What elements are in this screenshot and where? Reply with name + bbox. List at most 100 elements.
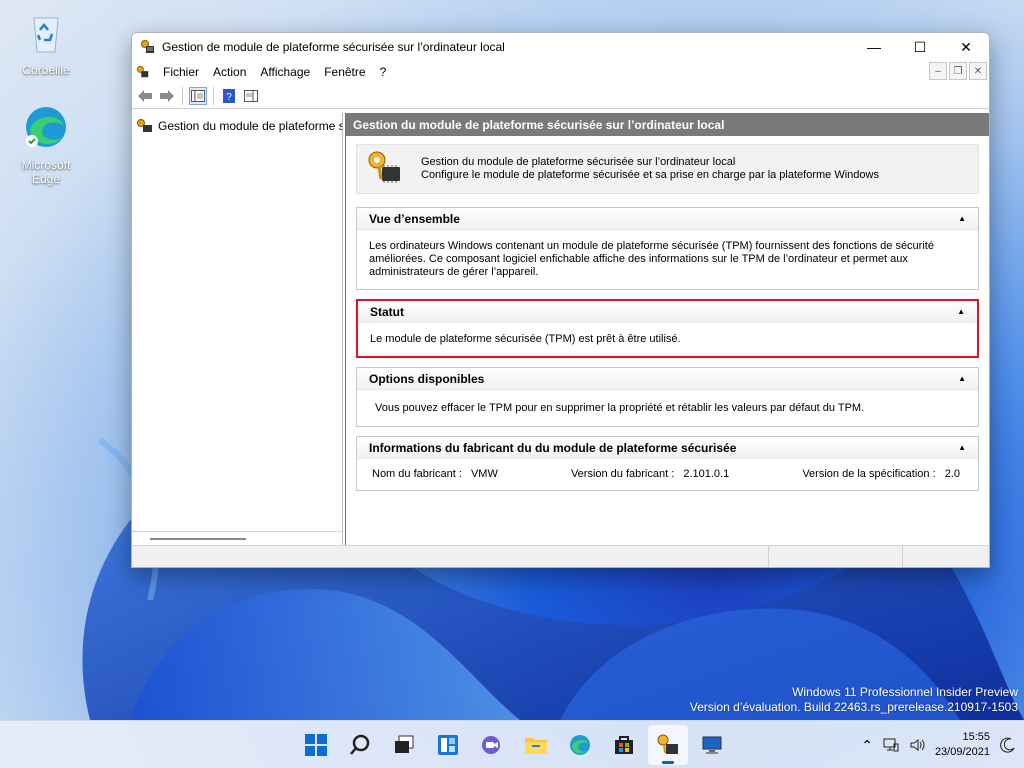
- edge-browser-icon: [26, 107, 66, 147]
- menu-help[interactable]: ?: [373, 63, 394, 81]
- clock-date: 23/09/2021: [934, 746, 990, 758]
- toolbar-separator: [213, 86, 214, 105]
- moon-icon[interactable]: [1000, 737, 1016, 753]
- folder-icon: [525, 738, 547, 754]
- tpm-key-icon: [137, 119, 152, 132]
- file-explorer-button[interactable]: [516, 725, 556, 765]
- main-panes: Gestion du module de plateforme sécurisé…: [132, 113, 989, 545]
- store-bag-icon: [615, 736, 633, 754]
- intro-line-2: Configure le module de plateforme sécuri…: [421, 169, 879, 181]
- windows-logo-icon: [305, 734, 327, 756]
- forward-button[interactable]: [158, 87, 176, 105]
- maximize-button[interactable]: ☐: [897, 33, 943, 61]
- build-watermark: Windows 11 Professionnel Insider Preview…: [690, 685, 1018, 715]
- tree-item-label: Gestion du module de plateforme sécurisé…: [158, 119, 342, 133]
- overview-section: Vue d’ensemble ▲ Les ordinateurs Windows…: [356, 207, 979, 290]
- forward-arrow-icon: [160, 89, 174, 102]
- manufacturer-name-label: Nom du fabricant :: [372, 468, 462, 480]
- search-button[interactable]: [340, 725, 380, 765]
- child-restore-button[interactable]: ❐: [949, 62, 967, 80]
- tpm-key-icon: [657, 734, 678, 754]
- spec-version: Version de la spécification : 2.0: [802, 468, 966, 480]
- back-button[interactable]: [136, 87, 154, 105]
- chat-camera-icon: [482, 736, 500, 754]
- child-close-button[interactable]: ✕: [969, 62, 987, 80]
- minimize-button[interactable]: —: [851, 33, 897, 61]
- collapse-arrow-icon[interactable]: ▲: [958, 374, 966, 383]
- task-view-button[interactable]: [384, 725, 424, 765]
- volume-icon[interactable]: [909, 737, 925, 753]
- status-bar: [132, 545, 989, 567]
- menu-fichier[interactable]: Fichier: [156, 63, 206, 81]
- start-button[interactable]: [296, 725, 336, 765]
- remote-desktop-button[interactable]: [692, 725, 732, 765]
- collapse-arrow-icon[interactable]: ▲: [957, 307, 965, 316]
- status-cell: [769, 546, 903, 567]
- action-pane-icon: [244, 89, 258, 102]
- store-button[interactable]: [604, 725, 644, 765]
- options-header[interactable]: Options disponibles ▲: [357, 368, 978, 390]
- show-hide-tree-button[interactable]: [189, 86, 207, 105]
- tree-item-tpm[interactable]: Gestion du module de plateforme sécurisé…: [132, 115, 342, 137]
- scrollbar-thumb[interactable]: [150, 538, 246, 540]
- spec-version-value: 2.0: [944, 468, 960, 480]
- collapse-arrow-icon[interactable]: ▲: [958, 443, 966, 452]
- show-action-pane-button[interactable]: [242, 87, 260, 105]
- watermark-line-1: Windows 11 Professionnel Insider Preview: [792, 685, 1018, 699]
- content-header: Gestion du module de plateforme sécurisé…: [346, 113, 989, 136]
- widgets-button[interactable]: [428, 725, 468, 765]
- edge-label: Microsoft Edge: [21, 158, 71, 186]
- menu-affichage[interactable]: Affichage: [253, 63, 317, 81]
- watermark-line-2: Version d’évaluation. Build 22463.rs_pre…: [689, 700, 1018, 714]
- child-minimize-button[interactable]: –: [929, 62, 947, 80]
- manufacturer-version-label: Version du fabricant :: [570, 468, 675, 480]
- tpm-key-icon: [136, 65, 149, 78]
- back-arrow-icon: [138, 89, 152, 102]
- recycle-bin-label: Corbeille: [22, 63, 70, 77]
- widgets-icon: [438, 735, 458, 755]
- overview-header[interactable]: Vue d’ensemble ▲: [357, 208, 978, 230]
- task-view-icon: [395, 735, 414, 753]
- taskbar-apps: [296, 725, 732, 765]
- taskbar: ⌃ 15:55 23/09/2021: [0, 720, 1024, 768]
- edge-taskbar-button[interactable]: [560, 725, 600, 765]
- tpm-chip-key-icon: [368, 151, 400, 183]
- tpm-taskbar-button[interactable]: [648, 725, 688, 765]
- options-text: Vous pouvez effacer le TPM pour en suppr…: [375, 402, 865, 414]
- close-button[interactable]: ✕: [943, 33, 989, 61]
- status-header[interactable]: Statut ▲: [358, 301, 977, 323]
- overview-title: Vue d’ensemble: [369, 211, 460, 226]
- child-window-controls: – ❐ ✕: [929, 62, 987, 80]
- manufacturer-version-value: 2.101.0.1: [683, 468, 730, 480]
- console-tree: Gestion du module de plateforme sécurisé…: [132, 113, 343, 545]
- chevron-up-icon[interactable]: ⌃: [861, 737, 873, 754]
- clock[interactable]: 15:55 23/09/2021: [935, 730, 990, 760]
- tpm-key-icon: [141, 40, 154, 53]
- manufacturer-header[interactable]: Informations du fabricant du du module d…: [357, 437, 978, 459]
- menu-action[interactable]: Action: [206, 63, 253, 81]
- help-button[interactable]: ?: [220, 87, 238, 105]
- help-book-icon: ?: [223, 88, 235, 103]
- edge-shortcut[interactable]: Microsoft Edge: [6, 103, 86, 186]
- status-title: Statut: [370, 304, 404, 319]
- status-cell: [903, 546, 989, 567]
- content-pane: Gestion du module de plateforme sécurisé…: [345, 113, 989, 545]
- recycle-bin-shortcut[interactable]: Corbeille: [6, 8, 86, 77]
- console-tree-icon: [191, 89, 205, 102]
- monitor-icon: [702, 736, 722, 754]
- menu-fenetre[interactable]: Fenêtre: [317, 63, 372, 81]
- manufacturer-name: Nom du fabricant : VMW: [372, 468, 504, 480]
- tree-horizontal-scrollbar[interactable]: [132, 531, 342, 545]
- status-cell: [132, 546, 769, 567]
- tpm-management-window[interactable]: Gestion de module de plateforme sécurisé…: [131, 32, 990, 568]
- collapse-arrow-icon[interactable]: ▲: [958, 214, 966, 223]
- svg-text:?: ?: [226, 92, 232, 103]
- toolbar: ?: [132, 83, 989, 109]
- network-icon[interactable]: [883, 737, 899, 753]
- chat-button[interactable]: [472, 725, 512, 765]
- manufacturer-version: Version du fabricant : 2.101.0.1: [571, 468, 735, 480]
- toolbar-separator: [182, 86, 183, 105]
- status-text: Le module de plateforme sécurisée (TPM) …: [370, 333, 681, 345]
- manufacturer-title: Informations du fabricant du du module d…: [369, 440, 737, 455]
- title-bar[interactable]: Gestion de module de plateforme sécurisé…: [132, 33, 989, 61]
